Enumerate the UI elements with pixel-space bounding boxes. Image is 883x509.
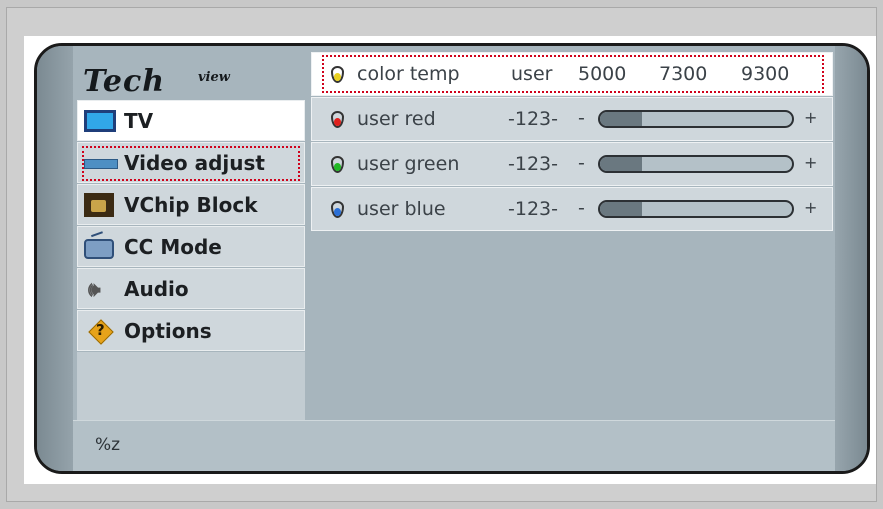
user-red-increase-button[interactable]: + — [804, 108, 817, 127]
techview-logo: Tech view — [77, 64, 305, 99]
user-green-row[interactable]: user green -123- - + — [311, 142, 833, 186]
user-green-slider[interactable] — [598, 155, 794, 173]
color-temp-option-7300[interactable]: 7300 — [659, 63, 707, 85]
menu-item-label: Audio — [124, 276, 189, 301]
drop-fill-red — [334, 118, 341, 126]
speaker-icon: 🕪 — [88, 276, 101, 301]
menu-item-video-adjust[interactable]: Video adjust — [77, 142, 305, 183]
user-blue-value: -123- — [508, 198, 558, 220]
submenu-panel: color temp user 5000 7300 9300 user red … — [311, 52, 833, 232]
user-green-decrease-button[interactable]: - — [578, 152, 585, 174]
menu-item-label: VChip Block — [124, 192, 258, 217]
user-red-label: user red — [357, 108, 436, 130]
tv-screen: Tech view TV Video adjust VChip Block CC… — [34, 43, 870, 474]
user-red-slider-fill — [600, 112, 643, 126]
tv-icon — [84, 108, 120, 134]
color-temp-option-user[interactable]: user — [511, 63, 552, 85]
user-red-row[interactable]: user red -123- - + — [311, 97, 833, 141]
menu-item-cc-mode[interactable]: CC Mode — [77, 226, 305, 267]
drop-fill-green — [334, 163, 341, 171]
menu-item-label: TV — [124, 108, 154, 133]
bezel-left — [37, 46, 73, 471]
user-blue-increase-button[interactable]: + — [804, 198, 817, 217]
user-blue-slider-fill — [600, 202, 643, 216]
user-blue-label: user blue — [357, 198, 446, 220]
closed-caption-tv-icon — [84, 234, 120, 260]
drop-icon-blue — [330, 199, 345, 219]
vchip-lock-icon — [84, 192, 120, 218]
user-green-slider-fill — [600, 157, 643, 171]
color-temp-row[interactable]: color temp user 5000 7300 9300 — [311, 52, 833, 96]
drop-icon-red — [330, 109, 345, 129]
status-bar: %z — [73, 420, 835, 471]
user-green-label: user green — [357, 153, 460, 175]
user-green-increase-button[interactable]: + — [804, 153, 817, 172]
logo-main-text: Tech — [83, 64, 166, 99]
menu-item-vchip-block[interactable]: VChip Block — [77, 184, 305, 225]
user-blue-row[interactable]: user blue -123- - + — [311, 187, 833, 231]
question-diamond-icon: ? — [84, 318, 120, 345]
color-temp-label: color temp — [357, 63, 460, 85]
user-blue-slider[interactable] — [598, 200, 794, 218]
user-green-value: -123- — [508, 153, 558, 175]
drop-fill-blue — [334, 208, 341, 216]
user-red-value: -123- — [508, 108, 558, 130]
menu-item-label: CC Mode — [124, 234, 222, 259]
drop-fill-yellow — [334, 73, 341, 81]
drop-icon-yellow — [330, 64, 345, 84]
video-adjust-icon — [84, 150, 120, 176]
logo-sup-text: view — [198, 70, 230, 85]
menu-item-label: Video adjust — [124, 150, 265, 175]
bezel-right — [835, 46, 867, 471]
user-red-slider[interactable] — [598, 110, 794, 128]
menu-item-options[interactable]: ? Options — [77, 310, 305, 351]
color-temp-option-5000[interactable]: 5000 — [578, 63, 626, 85]
menu-item-audio[interactable]: 🕪 Audio — [77, 268, 305, 309]
main-menu: Tech view TV Video adjust VChip Block CC… — [77, 64, 305, 452]
menu-item-tv[interactable]: TV — [77, 100, 305, 141]
user-blue-decrease-button[interactable]: - — [578, 197, 585, 219]
menu-item-label: Options — [124, 318, 212, 343]
status-text: %z — [95, 435, 121, 455]
user-red-decrease-button[interactable]: - — [578, 107, 585, 129]
color-temp-option-9300[interactable]: 9300 — [741, 63, 789, 85]
drop-icon-green — [330, 154, 345, 174]
